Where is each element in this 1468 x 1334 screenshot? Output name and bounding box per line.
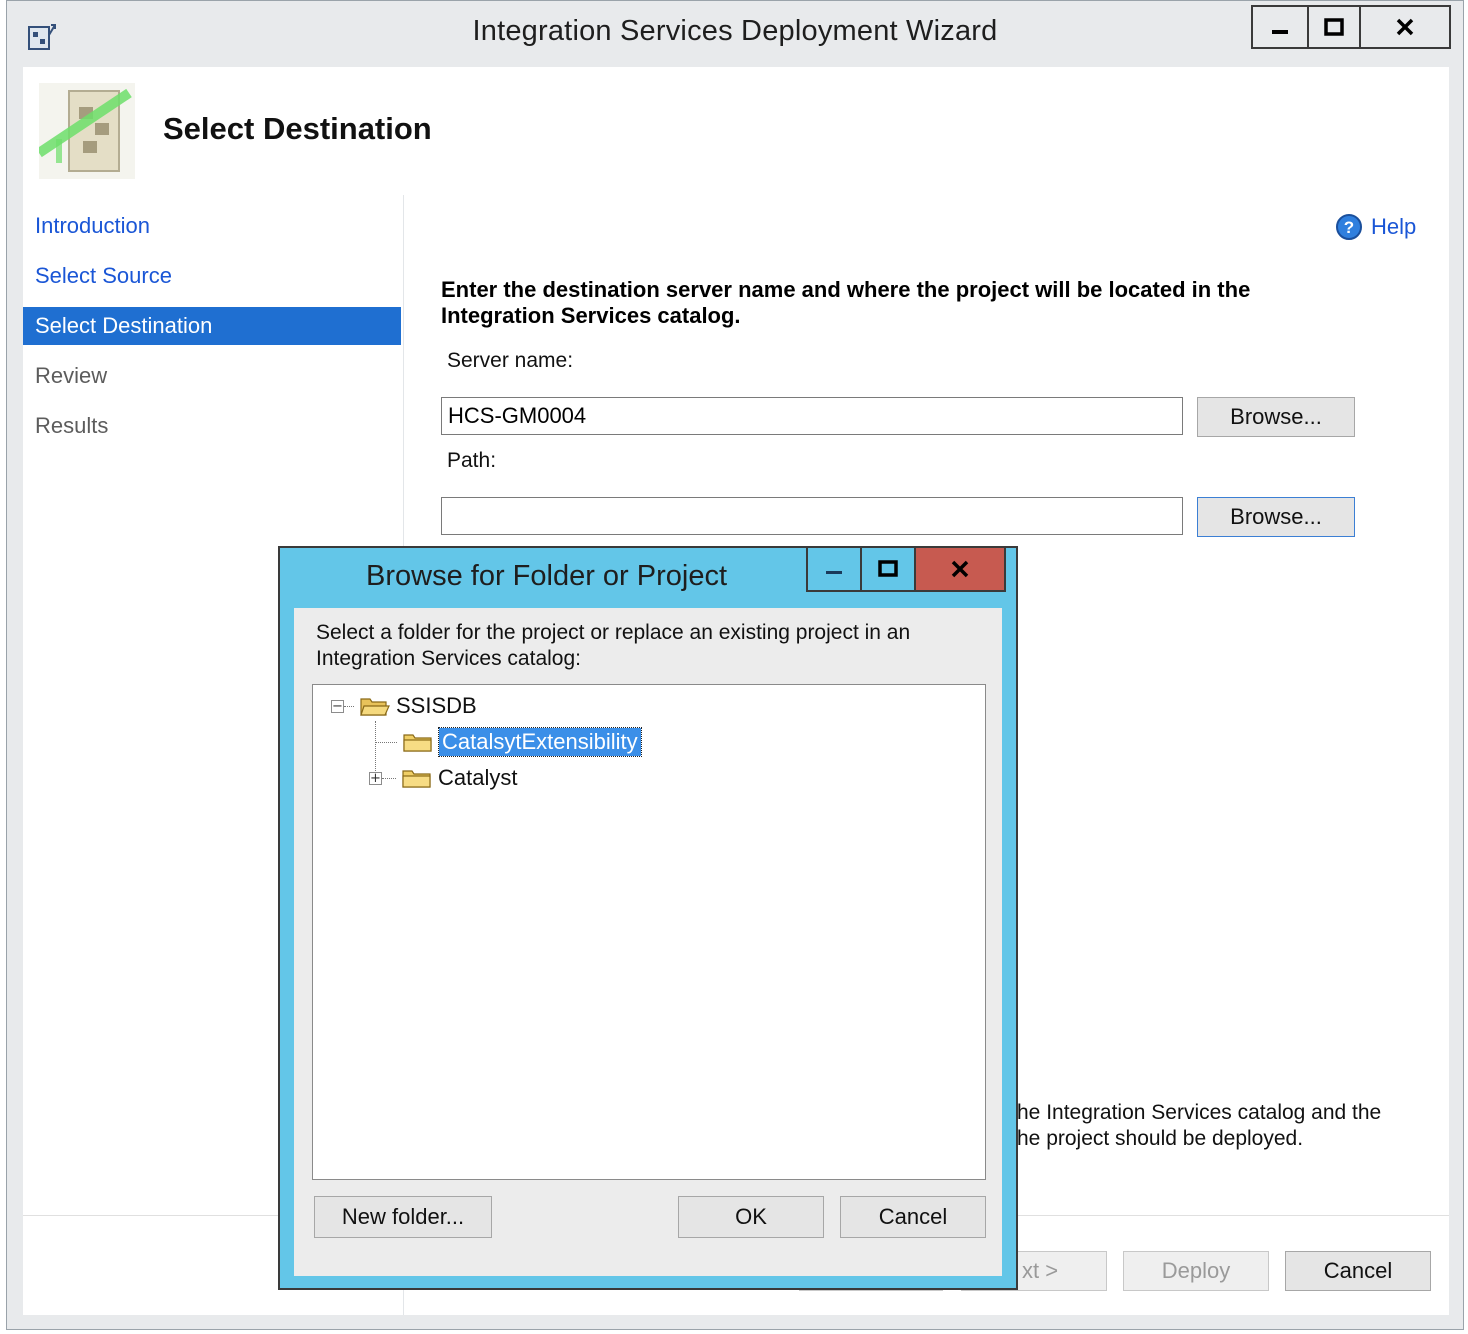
tree-connector bbox=[375, 741, 397, 743]
new-folder-button[interactable]: New folder... bbox=[314, 1196, 492, 1238]
help-link[interactable]: ? Help bbox=[1335, 213, 1416, 241]
close-button[interactable] bbox=[1361, 7, 1449, 47]
page-title: Select Destination bbox=[163, 111, 432, 146]
folder-icon bbox=[403, 734, 432, 752]
nav-item-select-destination[interactable]: Select Destination bbox=[23, 307, 401, 345]
tree-node-catalyst[interactable]: + Catalyst bbox=[369, 761, 517, 795]
tree-connector bbox=[344, 705, 354, 707]
tree-connector bbox=[382, 777, 396, 779]
dialog-window-controls bbox=[806, 548, 1006, 592]
help-label: Help bbox=[1371, 214, 1417, 239]
help-icon: ? bbox=[1336, 214, 1362, 240]
close-icon bbox=[1396, 18, 1414, 36]
instruction-text: Enter the destination server name and wh… bbox=[441, 277, 1251, 328]
expand-toggle-icon[interactable]: + bbox=[369, 771, 382, 785]
dialog-close-button[interactable] bbox=[916, 548, 1004, 590]
deploy-button[interactable]: Deploy bbox=[1123, 1251, 1269, 1291]
nav-item-select-source[interactable]: Select Source bbox=[23, 257, 401, 295]
path-label: Path: bbox=[447, 449, 497, 472]
browse-folder-dialog: Browse for Folder or Project Select a fo… bbox=[278, 546, 1018, 1290]
minimize-button[interactable] bbox=[1253, 7, 1309, 47]
dialog-title: Browse for Folder or Project bbox=[366, 560, 728, 592]
ok-button[interactable]: OK bbox=[678, 1196, 824, 1238]
window-controls bbox=[1251, 5, 1451, 49]
nav-item-review: Review bbox=[35, 363, 108, 388]
dialog-cancel-button[interactable]: Cancel bbox=[840, 1196, 986, 1238]
close-icon bbox=[951, 560, 969, 578]
svg-text:?: ? bbox=[1344, 218, 1354, 237]
server-name-input[interactable]: HCS-GM0004 bbox=[441, 397, 1183, 435]
dialog-prompt: Select a folder for the project or repla… bbox=[316, 621, 911, 670]
path-browse-button[interactable]: Browse... bbox=[1197, 497, 1355, 537]
minimize-icon bbox=[1272, 30, 1288, 34]
tree-node-label: SSISDB bbox=[396, 693, 477, 718]
maximize-icon bbox=[1324, 18, 1344, 36]
collapse-toggle-icon[interactable]: − bbox=[331, 699, 344, 713]
tree-node-label: Catalyst bbox=[438, 765, 518, 790]
minimize-icon bbox=[826, 571, 842, 574]
dialog-client-area: Select a folder for the project or repla… bbox=[294, 608, 1002, 1276]
maximize-button[interactable] bbox=[1309, 7, 1361, 47]
info-text-line-2: he project should be deployed. bbox=[1017, 1127, 1304, 1150]
tree-node-catalsytextensibility[interactable]: CatalsytExtensibility bbox=[375, 725, 642, 759]
dialog-minimize-button[interactable] bbox=[808, 548, 862, 590]
tree-node-label-selected: CatalsytExtensibility bbox=[438, 727, 642, 757]
wizard-cancel-button[interactable]: Cancel bbox=[1285, 1251, 1431, 1291]
server-browse-button[interactable]: Browse... bbox=[1197, 397, 1355, 437]
path-input[interactable] bbox=[441, 497, 1183, 535]
dialog-maximize-button[interactable] bbox=[862, 548, 916, 590]
window-title: Integration Services Deployment Wizard bbox=[472, 15, 998, 47]
open-folder-icon bbox=[360, 698, 390, 716]
maximize-icon bbox=[878, 560, 898, 577]
title-bar[interactable]: Integration Services Deployment Wizard bbox=[7, 1, 1463, 67]
nav-item-results: Results bbox=[35, 413, 109, 438]
catalog-tree-view[interactable]: − SSISDB CatalsytExtensibility + Catalys… bbox=[312, 684, 986, 1180]
server-name-label: Server name: bbox=[447, 349, 574, 372]
tree-node-ssisdb[interactable]: − SSISDB bbox=[331, 689, 477, 723]
destination-wizard-icon bbox=[39, 83, 135, 179]
folder-icon bbox=[402, 770, 431, 788]
nav-item-introduction[interactable]: Introduction bbox=[23, 207, 401, 245]
page-header: Select Destination bbox=[23, 67, 1449, 195]
info-text-line-1: he Integration Services catalog and the bbox=[1017, 1101, 1382, 1124]
